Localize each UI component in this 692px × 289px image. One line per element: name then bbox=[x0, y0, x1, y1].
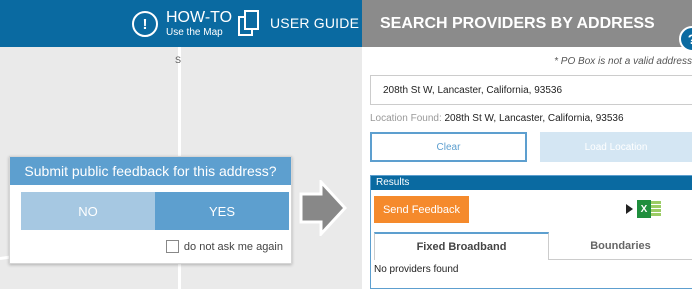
load-location-button[interactable]: Load Location bbox=[540, 132, 692, 162]
user-guide-button[interactable]: USER GUIDE bbox=[238, 10, 359, 36]
dont-ask-again-option[interactable]: do not ask me again bbox=[165, 240, 283, 253]
send-feedback-button[interactable]: Send Feedback bbox=[374, 196, 469, 223]
info-circle-icon: ! bbox=[132, 11, 158, 37]
top-header-bar: ! HOW-TO Use the Map USER GUIDE bbox=[0, 0, 362, 47]
download-arrow-icon bbox=[626, 204, 633, 214]
street-label: S bbox=[175, 55, 182, 65]
address-input[interactable] bbox=[370, 75, 692, 105]
howto-subtitle: Use the Map bbox=[166, 27, 223, 38]
results-tabs: Fixed Broadband Boundaries bbox=[374, 232, 692, 260]
dont-ask-again-label: do not ask me again bbox=[183, 240, 283, 253]
howto-button[interactable]: ! HOW-TO Use the Map bbox=[132, 6, 232, 42]
export-excel-button[interactable]: X bbox=[626, 200, 661, 218]
excel-icon: X bbox=[637, 200, 651, 218]
location-found-value: 208th St W, Lancaster, California, 93536 bbox=[444, 113, 624, 124]
tab-fixed-broadband[interactable]: Fixed Broadband bbox=[374, 232, 549, 260]
feedback-title: Submit public feedback for this address? bbox=[10, 157, 291, 185]
no-button[interactable]: NO bbox=[21, 192, 155, 230]
no-providers-message: No providers found bbox=[374, 264, 459, 275]
results-section: Results Send Feedback X Fixed Broadband … bbox=[370, 175, 692, 289]
user-guide-label: USER GUIDE bbox=[270, 15, 360, 31]
spreadsheet-grid-icon bbox=[651, 201, 661, 217]
location-found: Location Found: 208th St W, Lancaster, C… bbox=[370, 113, 624, 124]
howto-title: HOW-TO bbox=[166, 9, 233, 26]
feedback-dialog: Submit public feedback for this address?… bbox=[9, 156, 292, 264]
tab-boundaries[interactable]: Boundaries bbox=[549, 232, 692, 260]
dont-ask-again-checkbox[interactable] bbox=[165, 240, 179, 253]
panel-title: SEARCH PROVIDERS BY ADDRESS bbox=[362, 0, 692, 47]
yes-button[interactable]: YES bbox=[155, 192, 289, 230]
results-heading: Results bbox=[371, 176, 692, 190]
help-icon[interactable]: ? bbox=[679, 26, 692, 52]
document-copy-icon bbox=[238, 10, 260, 36]
search-panel: SEARCH PROVIDERS BY ADDRESS ? * PO Box i… bbox=[362, 0, 692, 289]
po-box-note: * PO Box is not a valid address bbox=[554, 56, 692, 67]
clear-button[interactable]: Clear bbox=[370, 132, 527, 162]
panel-toggle-arrow-icon[interactable] bbox=[299, 180, 347, 236]
location-found-label: Location Found: bbox=[370, 113, 442, 124]
